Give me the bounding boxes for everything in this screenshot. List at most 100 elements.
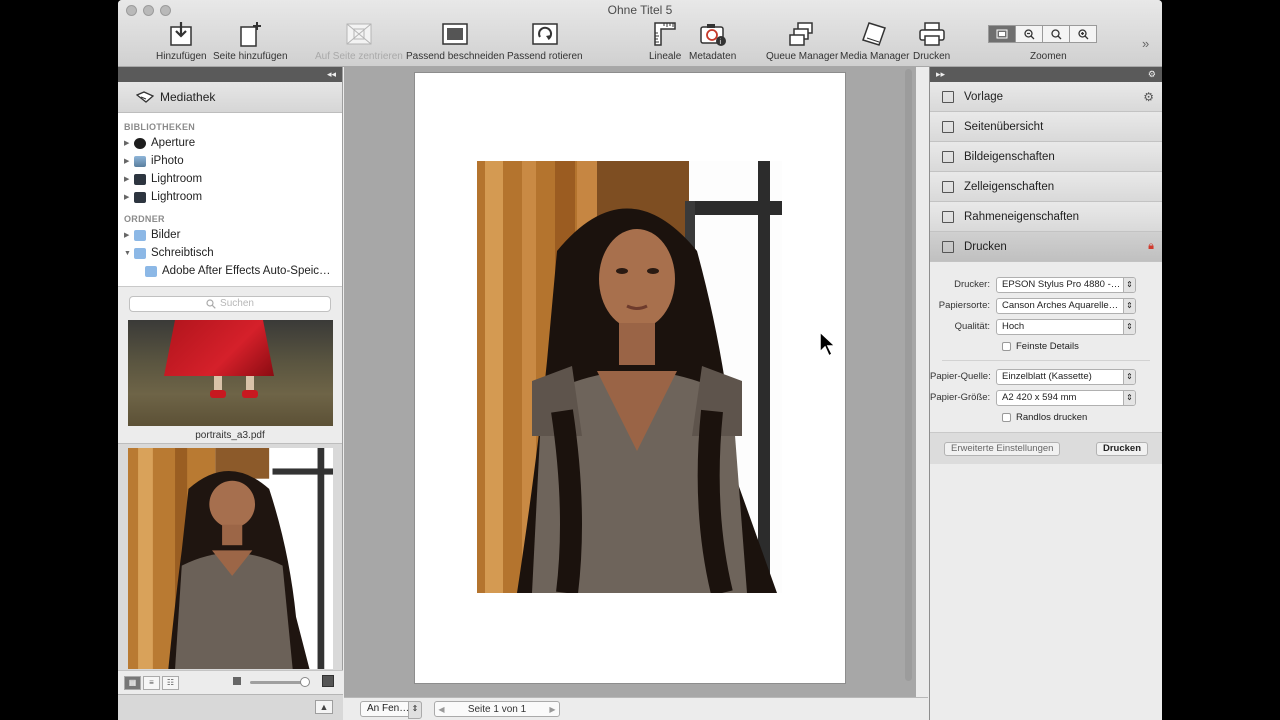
inspector-item-vorlage[interactable]: Vorlage ⚙ xyxy=(930,82,1162,112)
thumbnail-selected-bg xyxy=(118,443,342,673)
zoom-label: Zoomen xyxy=(1030,51,1067,62)
camera-info-icon: i xyxy=(698,20,728,48)
search-bar: Suchen xyxy=(118,286,342,320)
canvas-footer: An Fen… ◀ Seite 1 von 1 ▶ xyxy=(344,697,928,720)
rotate-icon xyxy=(530,20,560,48)
small-thumbnail-icon xyxy=(233,677,241,685)
tree-item-bilder[interactable]: ▶ Bilder xyxy=(118,226,342,244)
tree-item-lightroom-2[interactable]: ▶ Lightroom xyxy=(118,188,342,206)
inspector-gear-icon[interactable]: ⚙ xyxy=(1148,69,1156,80)
quality-select[interactable]: Hoch xyxy=(996,318,1136,335)
media-manager-button[interactable]: Media Manager xyxy=(840,20,909,62)
queue-icon xyxy=(787,20,817,48)
add-page-icon xyxy=(235,20,265,48)
slider-knob[interactable] xyxy=(300,677,310,687)
thumbnail-size-slider[interactable] xyxy=(250,677,310,687)
zoom-in-button[interactable] xyxy=(1069,25,1097,43)
inspector-item-frame-properties[interactable]: Rahmeneigenschaften xyxy=(930,202,1162,232)
tree-item-iphoto[interactable]: ▶ iPhoto xyxy=(118,152,342,170)
zoom-fit-button[interactable] xyxy=(988,25,1016,43)
folder-icon xyxy=(134,229,146,241)
print-page[interactable] xyxy=(414,72,846,684)
source-tree: BIBLIOTHEKEN ▶ Aperture ▶ iPhoto ▶ Lightroo… xyxy=(118,113,342,286)
inspector-item-cell-properties[interactable]: Zelleigenschaften xyxy=(930,172,1162,202)
metadata-button[interactable]: i Metadaten xyxy=(689,20,736,62)
inspector-bar: ▸▸ ⚙ xyxy=(930,67,1162,82)
placed-photo[interactable] xyxy=(477,161,782,593)
paper-type-select[interactable]: Canson Arches Aquarelle… xyxy=(996,297,1136,314)
paper-source-select[interactable]: Einzelblatt (Kassette) xyxy=(996,368,1136,385)
thumbnail-red-dress[interactable] xyxy=(128,320,333,426)
zoom-in-icon xyxy=(1077,28,1088,39)
tree-item-subfolder[interactable]: Adobe After Effects Auto-Speic… xyxy=(118,262,342,280)
tree-item-schreibtisch[interactable]: ▼ Schreibtisch xyxy=(118,244,342,262)
crop-icon xyxy=(440,20,470,48)
inspector-panel: ▸▸ ⚙ Vorlage ⚙ Seitenübersicht Bildeigen… xyxy=(929,67,1162,720)
thumbnail-caption: portraits_a3.pdf xyxy=(195,430,265,441)
checkbox[interactable] xyxy=(1002,412,1011,422)
gear-icon[interactable]: ⚙ xyxy=(1143,90,1154,104)
page-icon xyxy=(942,120,954,133)
center-on-page-button[interactable]: Auf Seite zentrieren xyxy=(315,20,403,62)
print-actions: Erweiterte Einstellungen Drucken xyxy=(930,432,1162,464)
add-page-button[interactable]: Seite hinzufügen xyxy=(213,20,288,62)
page-label: Seite 1 von 1 xyxy=(467,703,527,715)
mouse-cursor-icon xyxy=(818,330,838,361)
tree-item-lightroom[interactable]: ▶ Lightroom xyxy=(118,170,342,188)
detail-view-button[interactable]: ☷ xyxy=(162,675,179,690)
finest-details-checkbox[interactable]: Feinste Details xyxy=(930,337,1162,355)
fit-crop-button[interactable]: Passend beschneiden xyxy=(406,20,504,62)
rulers-button[interactable]: Lineale xyxy=(649,20,681,62)
library-icon xyxy=(136,91,154,103)
list-view-button[interactable]: ≡ xyxy=(143,675,160,690)
vertical-scrollbar[interactable] xyxy=(905,69,912,681)
borderless-checkbox[interactable]: Randlos drucken xyxy=(930,408,1162,426)
inspector-item-page-overview[interactable]: Seitenübersicht xyxy=(930,112,1162,142)
add-icon xyxy=(166,20,196,48)
zoom-actual-button[interactable] xyxy=(1042,25,1070,43)
fit-mode-select[interactable]: An Fen… xyxy=(360,701,422,719)
next-page-icon[interactable]: ▶ xyxy=(546,705,559,714)
fit-rotate-button[interactable]: Passend rotieren xyxy=(507,20,583,62)
inspector-item-image-properties[interactable]: Bildeigenschaften xyxy=(930,142,1162,172)
ruler-icon xyxy=(650,20,680,48)
print-submit-button[interactable]: Drucken xyxy=(1095,441,1148,456)
center-icon xyxy=(344,20,374,48)
media-icon xyxy=(860,20,890,48)
iphoto-icon xyxy=(134,155,146,167)
toolbar-overflow-icon[interactable]: » xyxy=(1142,36,1149,51)
left-bottom-bar: ▲ xyxy=(118,694,343,720)
lock-icon[interactable]: 🔒︎ xyxy=(1148,240,1154,253)
frame-icon xyxy=(942,210,954,223)
checkbox[interactable] xyxy=(1002,341,1011,351)
image-icon xyxy=(942,150,954,163)
printer-select[interactable]: EPSON Stylus Pro 4880 -… xyxy=(996,276,1136,293)
add-button[interactable]: Hinzufügen xyxy=(156,20,207,62)
zoom-out-button[interactable] xyxy=(1015,25,1043,43)
thumbnail-portrait[interactable] xyxy=(128,448,333,669)
toolbar: Ohne Titel 5 Hinzufügen Seite hinzufügen… xyxy=(118,0,1162,67)
grid-view-button[interactable]: ▦ xyxy=(124,675,141,690)
library-header: Mediathek xyxy=(118,82,342,113)
template-icon xyxy=(942,90,954,103)
lightroom-icon xyxy=(134,191,146,203)
search-input[interactable]: Suchen xyxy=(129,295,331,312)
section-folders: ORDNER xyxy=(124,214,165,224)
paper-size-select[interactable]: A2 420 x 594 mm xyxy=(996,389,1136,406)
collapse-left-button[interactable]: ◂◂ xyxy=(118,67,342,82)
advanced-settings-button[interactable]: Erweiterte Einstellungen xyxy=(944,441,1061,456)
tree-item-aperture[interactable]: ▶ Aperture xyxy=(118,134,342,152)
app-window: Ohne Titel 5 Hinzufügen Seite hinzufügen… xyxy=(118,0,1162,720)
collapse-right-button[interactable]: ▸▸ xyxy=(936,69,945,80)
media-library-panel: ◂◂ Mediathek BIBLIOTHEKEN ▶ Aperture ▶ iPh… xyxy=(118,67,343,720)
prev-page-icon[interactable]: ◀ xyxy=(435,705,448,714)
zoom-icon xyxy=(1050,28,1061,39)
print-button[interactable]: Drucken xyxy=(913,20,950,62)
queue-manager-button[interactable]: Queue Manager xyxy=(766,20,838,62)
eject-icon[interactable]: ▲ xyxy=(315,700,333,714)
inspector-item-print[interactable]: Drucken 🔒︎ xyxy=(930,232,1162,262)
page-navigator: ◀ Seite 1 von 1 ▶ xyxy=(434,701,560,717)
window-title: Ohne Titel 5 xyxy=(607,3,673,17)
print-settings-form: Drucker: EPSON Stylus Pro 4880 -… Papier… xyxy=(930,262,1162,464)
left-footer: ▦ ≡ ☷ xyxy=(118,670,343,694)
